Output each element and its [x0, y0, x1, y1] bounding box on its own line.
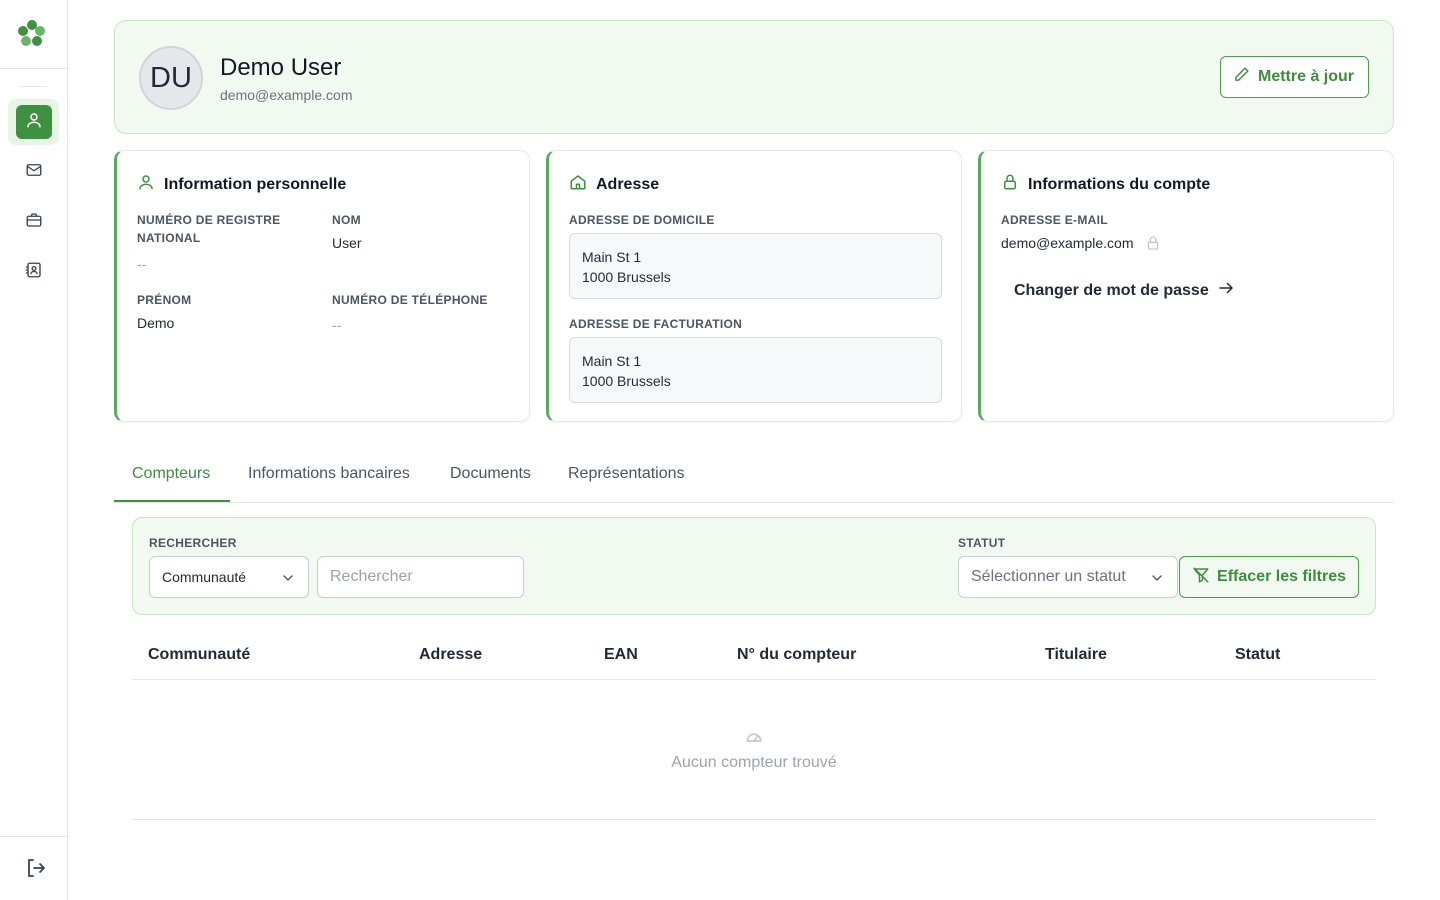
search-input[interactable] [317, 556, 524, 598]
filter-clear-icon [1192, 566, 1210, 589]
sidebar-divider [19, 86, 47, 87]
column-header[interactable]: N° du compteur [737, 646, 856, 664]
lock-icon [1145, 235, 1161, 254]
briefcase-icon [25, 211, 43, 234]
national-id-label: NUMÉRO DE REGISTRE NATIONAL [137, 213, 281, 245]
home-address-label: ADRESSE DE DOMICILE [569, 213, 715, 227]
clear-filters-button[interactable]: Effacer les filtres [1179, 556, 1359, 598]
profile-name: Demo User [220, 54, 342, 81]
logout-icon [24, 859, 48, 884]
home-address-box: Main St 1 1000 Brussels [569, 233, 942, 299]
email-value-row: demo@example.com [1001, 235, 1161, 254]
user-icon [137, 173, 155, 196]
gauge-icon [744, 726, 764, 751]
tab-bank-info[interactable]: Informations bancaires [248, 465, 410, 483]
status-label: STATUT [958, 536, 1006, 550]
phone-value: -- [332, 317, 342, 333]
sidebar-item-profile[interactable] [8, 99, 59, 145]
empty-state-text: Aucun compteur trouvé [671, 754, 837, 771]
pencil-icon [1233, 66, 1250, 88]
filter-bar: RECHERCHER Communauté STATUT Sélectionne… [132, 517, 1376, 615]
email-value: demo@example.com [1001, 235, 1134, 252]
home-address-line2: 1000 Brussels [582, 269, 671, 285]
sidebar-item-contacts[interactable] [8, 249, 59, 295]
account-info-card: Informations du compte ADRESSE E-MAIL de… [978, 150, 1394, 422]
billing-address-box: Main St 1 1000 Brussels [569, 337, 942, 403]
home-address-line1: Main St 1 [582, 249, 642, 265]
first-name-value: Demo [137, 315, 175, 331]
column-header[interactable]: Titulaire [1045, 646, 1107, 664]
profile-email: demo@example.com [220, 87, 353, 103]
card-title-text: Information personnelle [164, 175, 347, 193]
contact-card-icon [25, 261, 43, 284]
mail-icon [25, 161, 43, 184]
address-card: Adresse ADRESSE DE DOMICILE Main St 1 10… [546, 150, 962, 422]
column-header[interactable]: Communauté [148, 646, 250, 664]
card-title-text: Informations du compte [1028, 175, 1211, 193]
user-icon [25, 111, 43, 134]
tab-documents[interactable]: Documents [450, 465, 531, 483]
tab-representations[interactable]: Représentations [568, 465, 685, 483]
email-label: ADRESSE E-MAIL [1001, 213, 1108, 227]
status-select-placeholder: Sélectionner un statut [971, 568, 1126, 585]
search-label: RECHERCHER [149, 536, 237, 550]
column-header[interactable]: Adresse [419, 646, 482, 664]
tab-meters[interactable]: Compteurs [132, 465, 210, 483]
chevron-down-icon [1149, 570, 1165, 591]
avatar: DU [139, 46, 203, 110]
last-name-value: User [332, 235, 362, 251]
active-tab-underline [114, 500, 230, 502]
column-header[interactable]: Statut [1235, 646, 1280, 664]
card-title: Information personnelle [137, 173, 346, 196]
logout-button[interactable] [24, 856, 50, 882]
lock-icon [1001, 173, 1019, 196]
meters-table-header: Communauté Adresse EAN N° du compteur Ti… [132, 632, 1376, 680]
search-field-select[interactable]: Communauté [149, 556, 309, 598]
app-logo[interactable] [17, 18, 47, 48]
card-title-text: Adresse [596, 175, 660, 193]
profile-header: DU Demo User demo@example.com Mettre à j… [114, 20, 1394, 134]
card-title: Informations du compte [1001, 173, 1210, 196]
update-button[interactable]: Mettre à jour [1219, 56, 1369, 98]
sidebar [0, 0, 68, 900]
empty-state: Aucun compteur trouvé [132, 680, 1376, 820]
column-header[interactable]: EAN [604, 646, 638, 664]
home-icon [569, 173, 587, 196]
phone-label: NUMÉRO DE TÉLÉPHONE [332, 293, 488, 307]
tab-bar: Compteurs Informations bancaires Documen… [114, 450, 1394, 503]
status-select[interactable]: Sélectionner un statut [958, 556, 1178, 598]
sidebar-divider [0, 836, 67, 837]
billing-address-line1: Main St 1 [582, 353, 642, 369]
card-title: Adresse [569, 173, 659, 196]
sidebar-divider [0, 68, 67, 69]
change-password-link[interactable]: Changer de mot de passe [1014, 279, 1235, 302]
chevron-down-icon [280, 570, 296, 589]
arrow-right-icon [1217, 279, 1235, 302]
clear-filters-label: Effacer les filtres [1217, 568, 1346, 585]
billing-address-line2: 1000 Brussels [582, 373, 671, 389]
sidebar-item-messages[interactable] [8, 149, 59, 195]
sidebar-item-portfolio[interactable] [8, 199, 59, 245]
last-name-label: NOM [332, 213, 361, 227]
personal-info-card: Information personnelle NUMÉRO DE REGIST… [114, 150, 530, 422]
update-button-label: Mettre à jour [1257, 68, 1354, 85]
first-name-label: PRÉNOM [137, 293, 192, 307]
national-id-value: -- [137, 256, 147, 272]
change-password-label: Changer de mot de passe [1014, 281, 1209, 299]
billing-address-label: ADRESSE DE FACTURATION [569, 317, 743, 331]
search-field-select-value: Communauté [162, 569, 247, 585]
